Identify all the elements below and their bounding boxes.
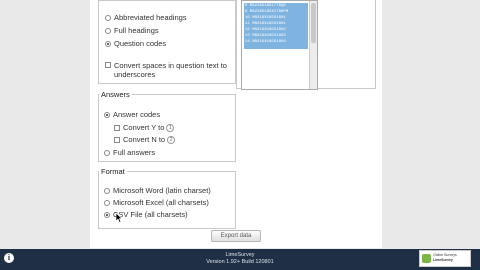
convert-spaces-checkbox[interactable] <box>105 62 111 68</box>
radio-csv[interactable] <box>104 211 110 218</box>
columns-listbox[interactable]: 8 M8216X1851776Q6 9 M8216X185X1786PM 10 … <box>241 0 318 90</box>
radio-word[interactable] <box>104 187 110 194</box>
format-excel-label: Microsoft Excel (all charsets) <box>113 198 209 207</box>
footer-brand[interactable]: LimeSurvey <box>0 252 480 258</box>
radio-full-answers[interactable] <box>104 149 110 156</box>
convert-n-option[interactable]: Convert N to 2 <box>114 135 176 144</box>
convert-y-checkbox[interactable] <box>114 124 120 131</box>
footer-bar: LimeSurvey Version 1.92+ Build 120801 <box>0 249 480 270</box>
convert-y-value[interactable]: 1 <box>166 123 175 132</box>
cursor-icon <box>116 213 123 223</box>
radio-full-headings[interactable] <box>105 27 111 34</box>
answer-codes-label: Answer codes <box>113 110 161 119</box>
radio-question-codes[interactable] <box>105 40 111 47</box>
format-excel-radio[interactable]: Microsoft Excel (all charsets) <box>104 198 209 207</box>
question-codes-radio[interactable]: Question codes <box>105 39 166 48</box>
full-answers-radio[interactable]: Full answers <box>104 148 155 157</box>
convert-y-label: Convert Y to <box>123 123 165 132</box>
question-codes-label: Question codes <box>114 39 167 48</box>
format-word-label: Microsoft Word (latin charset) <box>113 186 211 195</box>
list-item[interactable]: 10 M8216X185X1801 <box>245 16 286 20</box>
footer-version: Version 1.92+ Build 120801 <box>206 259 274 265</box>
convert-y-option[interactable]: Convert Y to 1 <box>114 123 175 132</box>
format-csv-label: CSV File (all charsets) <box>113 210 188 219</box>
list-item[interactable]: 9 M8216X185X1786PM <box>245 10 288 14</box>
badge-line-1: Online Surveys <box>433 253 457 257</box>
limesurvey-logo <box>422 254 431 263</box>
list-item[interactable]: 13 M8216X185X1803 <box>245 34 286 38</box>
full-answers-label: Full answers <box>113 148 156 157</box>
list-item[interactable]: 8 M8216X1851776Q6 <box>245 4 286 8</box>
radio-abbreviated[interactable] <box>105 14 111 21</box>
radio-excel[interactable] <box>104 199 110 206</box>
convert-spaces-label: Convert spaces in question text to under… <box>114 61 227 79</box>
limesurvey-badge[interactable]: Online Surveys LimeSurvey <box>419 250 471 267</box>
convert-n-value[interactable]: 2 <box>167 135 176 144</box>
headings-box: Abbreviated headings Full headings Quest… <box>98 0 236 84</box>
format-legend: Format <box>99 167 127 176</box>
info-icon[interactable]: i <box>4 253 14 263</box>
full-headings-radio[interactable]: Full headings <box>105 26 159 35</box>
convert-n-checkbox[interactable] <box>114 136 120 143</box>
export-data-button[interactable]: Export data <box>211 230 261 242</box>
answers-legend: Answers <box>99 90 132 99</box>
convert-n-label: Convert N to <box>123 135 166 144</box>
convert-spaces-option[interactable]: Convert spaces in question text to under… <box>105 61 231 79</box>
format-word-radio[interactable]: Microsoft Word (latin charset) <box>104 186 211 195</box>
answer-codes-radio[interactable]: Answer codes <box>104 110 160 119</box>
badge-line-2: LimeSurvey <box>433 258 453 262</box>
radio-answer-codes[interactable] <box>104 111 110 118</box>
full-headings-label: Full headings <box>114 26 159 35</box>
scrollbar-thumb[interactable] <box>311 3 316 43</box>
list-item[interactable]: 11 M8216X185X1801 <box>245 22 286 26</box>
list-item[interactable]: 12 M8216X185X1802 <box>245 28 286 32</box>
abbreviated-headings-radio[interactable]: Abbreviated headings <box>105 13 187 22</box>
list-item[interactable]: 14 M8216X185X1804 <box>245 40 286 44</box>
abbreviated-headings-label: Abbreviated headings <box>114 13 187 22</box>
listbox-scrollbar[interactable] <box>309 1 317 89</box>
